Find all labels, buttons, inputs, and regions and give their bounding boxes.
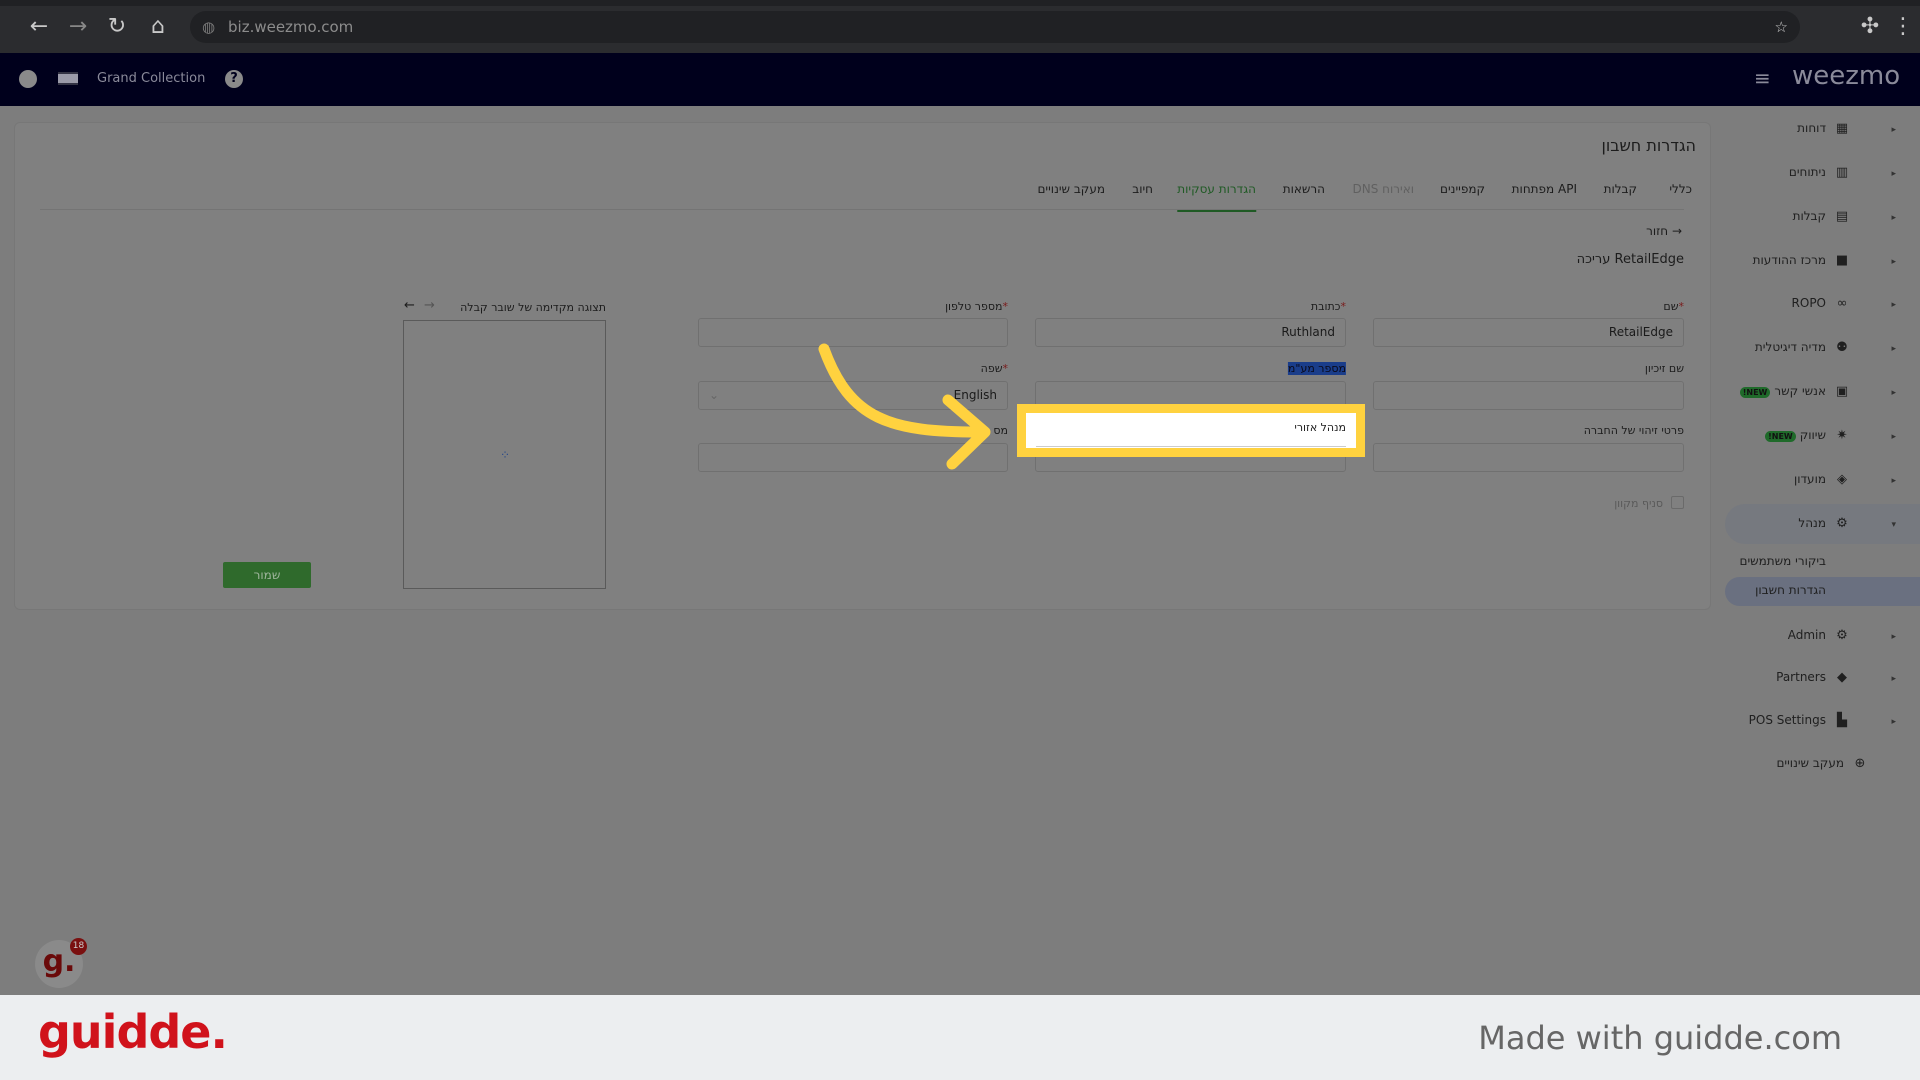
guidde-logo: guidde. (38, 1005, 228, 1059)
guidde-footer: guidde. Made with guidde.com (0, 995, 1920, 1080)
pointer-arrow-icon (818, 343, 991, 470)
made-with-guidde[interactable]: Made with guidde.com (1478, 1019, 1842, 1057)
guidde-count-badge: 18 (70, 938, 87, 955)
